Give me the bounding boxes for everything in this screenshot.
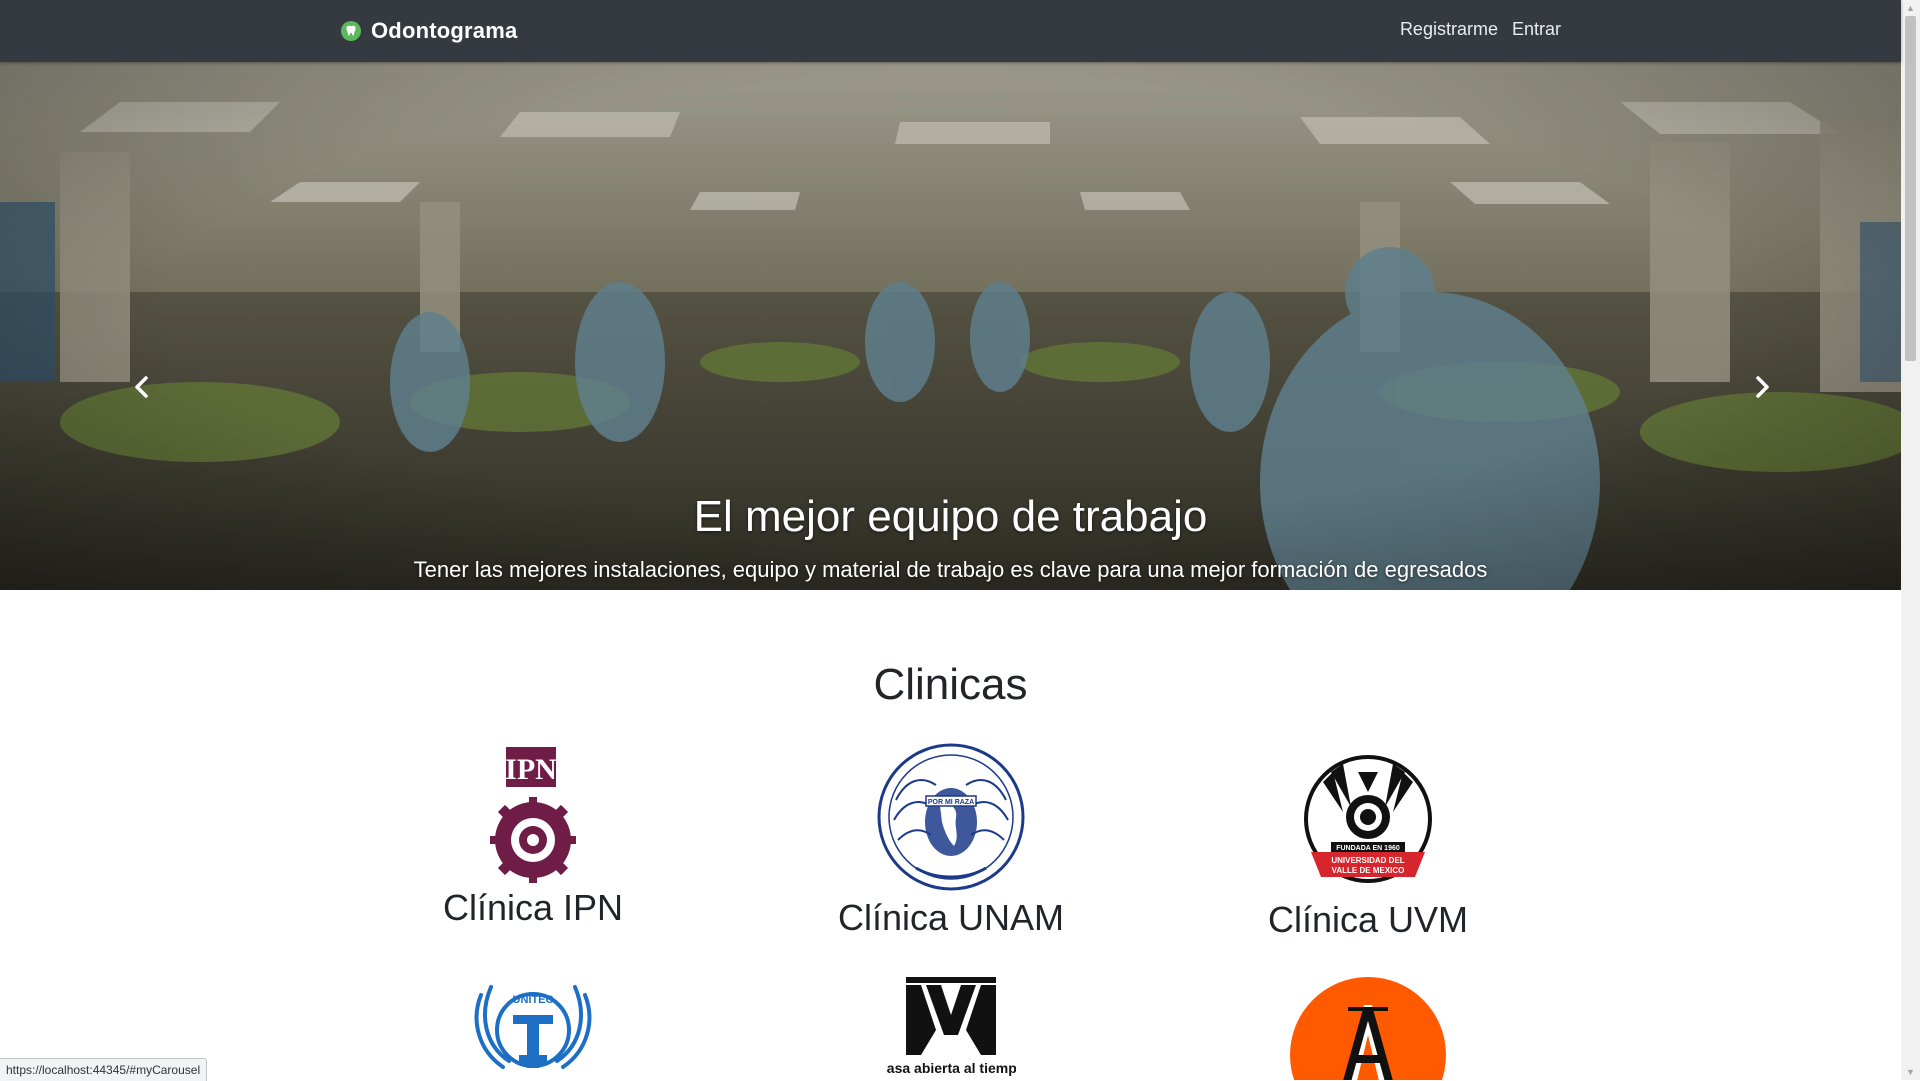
page-scrollbar[interactable]: ▲ ▼: [1901, 0, 1920, 1080]
chevron-left-icon: [135, 376, 148, 398]
scroll-down-arrow-icon[interactable]: ▼: [1901, 1064, 1920, 1080]
clinic-card-anahuac[interactable]: [1178, 975, 1558, 1080]
carousel-prev-button[interactable]: [113, 362, 173, 412]
unam-seal-logo: POR MI RAZA: [877, 743, 1025, 891]
unitec-logo: UNITEC: [474, 985, 592, 1069]
login-link[interactable]: Entrar: [1512, 19, 1561, 40]
clinic-card-unitec[interactable]: UNITEC: [343, 975, 723, 1080]
clinic-card-uam[interactable]: Casa abierta al tiempo: [761, 975, 1141, 1080]
brand-link[interactable]: Odontograma: [340, 17, 517, 45]
scroll-up-arrow-icon[interactable]: ▲: [1901, 0, 1920, 16]
register-link[interactable]: Registrarme: [1400, 19, 1498, 40]
brand-name: Odontograma: [371, 18, 518, 43]
svg-text:VALLE DE MEXICO: VALLE DE MEXICO: [1332, 866, 1405, 875]
hero-carousel: El mejor equipo de trabajo Tener las mej…: [0, 62, 1901, 590]
clinic-card-ipn[interactable]: IPN Clínica IPN: [343, 745, 723, 929]
svg-text:UNIVERSIDAD DEL: UNIVERSIDAD DEL: [1331, 856, 1404, 865]
clinic-name-uvm: Clínica UVM: [1267, 899, 1469, 940]
svg-text:IPN: IPN: [505, 753, 557, 786]
svg-text:UNITEC: UNITEC: [513, 994, 554, 1006]
tooth-icon: [341, 21, 361, 41]
ipn-logo: IPN: [490, 747, 576, 883]
anahuac-logo: [1290, 977, 1446, 1080]
navbar: Odontograma Registrarme Entrar: [0, 0, 1901, 62]
status-bar-url: https://localhost:44345/#myCarousel: [0, 1058, 208, 1081]
uvm-seal-logo: FUNDADA EN 1960 UNIVERSIDAD DEL VALLE DE…: [1304, 755, 1432, 883]
clinic-card-unam[interactable]: POR MI RAZA Clínica UNAM: [761, 740, 1141, 939]
chevron-right-icon: [1756, 376, 1769, 398]
svg-text:POR MI RAZA: POR MI RAZA: [928, 799, 974, 806]
svg-text:FUNDADA EN 1960: FUNDADA EN 1960: [1336, 845, 1400, 852]
carousel-caption-title: El mejor equipo de trabajo: [693, 492, 1208, 541]
clinics-heading: Clinicas: [873, 660, 1028, 709]
carousel-caption-text: Tener las mejores instalaciones, equipo …: [413, 557, 1488, 582]
uam-logo: Casa abierta al tiempo: [886, 977, 1016, 1076]
clinic-name-unam: Clínica UNAM: [837, 897, 1065, 938]
nav-links: Registrarme Entrar: [1400, 19, 1561, 40]
svg-text:Casa abierta al tiempo: Casa abierta al tiempo: [886, 1060, 1016, 1076]
carousel-next-button[interactable]: [1731, 362, 1791, 412]
clinic-card-uvm[interactable]: FUNDADA EN 1960 UNIVERSIDAD DEL VALLE DE…: [1178, 742, 1558, 941]
scrollbar-thumb[interactable]: [1905, 16, 1916, 361]
clinic-name-ipn: Clínica IPN: [442, 887, 624, 928]
